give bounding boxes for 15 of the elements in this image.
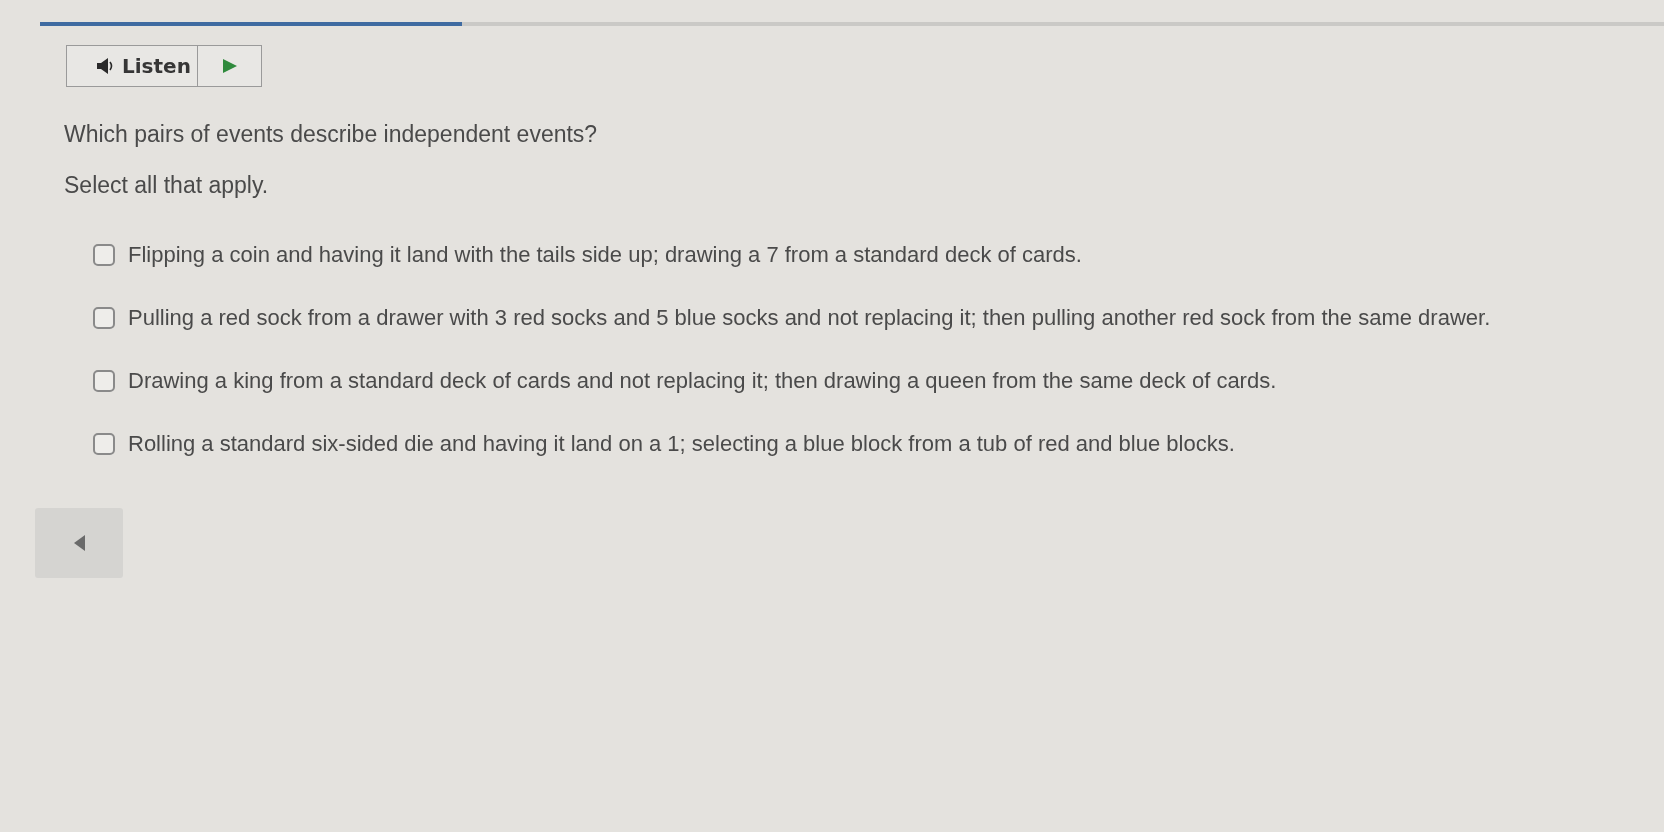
instruction-text: Select all that apply. [64, 171, 269, 199]
play-icon [222, 59, 237, 73]
speaker-icon [97, 58, 114, 74]
checkbox[interactable] [93, 244, 115, 266]
listen-button[interactable]: Listen [66, 45, 198, 87]
back-arrow-icon [73, 535, 85, 551]
checkbox[interactable] [93, 433, 115, 455]
play-button[interactable] [198, 45, 262, 87]
option-text: Rolling a standard six-sided die and having it land on a 1; selecting a blue block from a tub of red and blue blocks. [128, 430, 1235, 458]
checkbox[interactable] [93, 370, 115, 392]
option-text: Drawing a king from a standard deck of cards and not replacing it; then drawing a queen from the same deck of cards. [128, 367, 1277, 395]
question-text: Which pairs of events describe independent events? [64, 120, 598, 148]
option-text: Flipping a coin and having it land with the tails side up; drawing a 7 from a standard deck of cards. [128, 241, 1082, 269]
checkbox[interactable] [93, 307, 115, 329]
option-text: Pulling a red sock from a drawer with 3 red socks and 5 blue socks and not replacing it; then pulling another red sock from the same drawer. [128, 304, 1491, 332]
